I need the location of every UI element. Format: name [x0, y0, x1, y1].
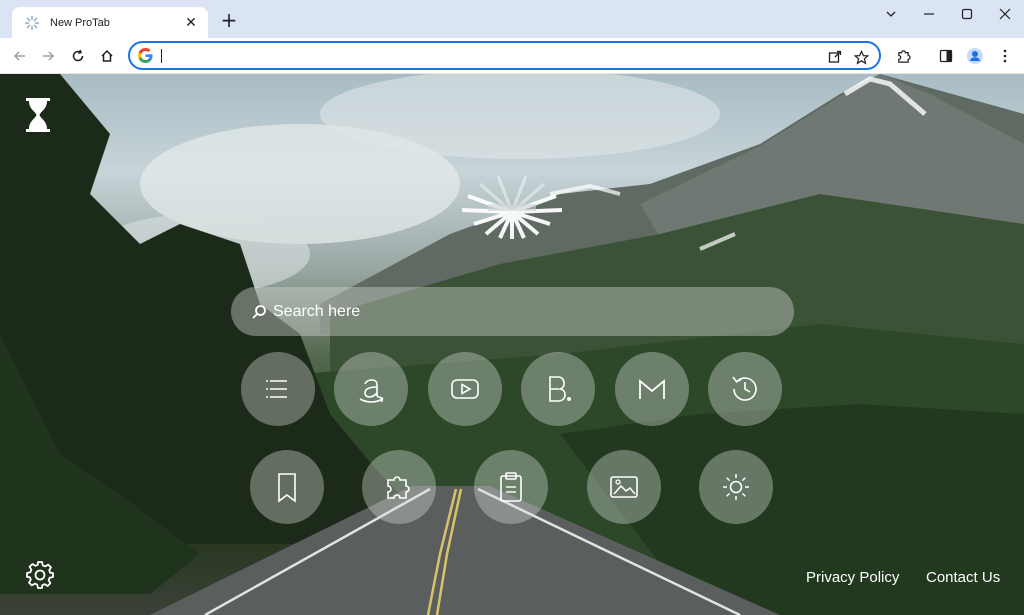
bookmark-star-icon[interactable]: [851, 47, 871, 67]
forward-icon[interactable]: [36, 44, 60, 68]
maximize-icon[interactable]: [948, 3, 986, 25]
settings-gear-icon[interactable]: [24, 559, 56, 591]
sun-icon: [723, 474, 749, 500]
search-input[interactable]: [273, 302, 794, 321]
home-icon[interactable]: [95, 44, 119, 68]
search-bar[interactable]: [231, 287, 794, 336]
history-icon: [732, 376, 757, 401]
bookmark-icon: [278, 473, 296, 503]
address-bar[interactable]: [128, 41, 881, 70]
tab-search-icon[interactable]: [872, 3, 910, 25]
tab-strip: New ProTab ✕ +: [0, 0, 1024, 38]
share-icon[interactable]: [825, 47, 845, 67]
image-icon: [610, 476, 638, 498]
minimize-icon[interactable]: [910, 3, 948, 25]
youtube-icon: [451, 379, 479, 399]
contact-us-link[interactable]: Contact Us: [926, 569, 1000, 586]
more-menu-icon[interactable]: [993, 44, 1017, 68]
protab-favicon-icon: [25, 15, 39, 30]
browser-toolbar: [0, 38, 1024, 74]
reload-icon[interactable]: [66, 44, 90, 68]
amazon-icon: [359, 379, 384, 403]
shortcut-gmail[interactable]: [615, 352, 689, 426]
address-input[interactable]: [160, 46, 800, 65]
new-tab-button[interactable]: +: [216, 10, 242, 32]
protab-logo-icon: [461, 175, 563, 239]
shortcut-amazon[interactable]: [334, 352, 408, 426]
profile-avatar-icon[interactable]: [963, 44, 987, 68]
shortcut-wallpaper[interactable]: [587, 450, 661, 524]
privacy-policy-link[interactable]: Privacy Policy: [806, 569, 899, 586]
booking-icon: [549, 376, 571, 402]
shortcut-booking[interactable]: [521, 352, 595, 426]
shortcut-clipboard[interactable]: [474, 450, 548, 524]
shortcut-bookmarks[interactable]: [250, 450, 324, 524]
side-panel-icon[interactable]: [934, 44, 958, 68]
tab-new-protab[interactable]: New ProTab ✕: [12, 7, 208, 38]
search-icon: [252, 304, 266, 319]
shortcut-extensions[interactable]: [362, 450, 436, 524]
shortcut-history[interactable]: [708, 352, 782, 426]
tab-close-icon[interactable]: ✕: [182, 14, 200, 32]
tab-title: New ProTab: [50, 16, 110, 29]
extensions-icon[interactable]: [891, 44, 915, 68]
hourglass-logo-icon[interactable]: [24, 98, 52, 132]
shortcut-menu[interactable]: [241, 352, 315, 426]
google-icon: [138, 48, 153, 63]
back-icon[interactable]: [8, 44, 32, 68]
mountain-road-background: [0, 74, 1024, 615]
text-caret: [161, 49, 162, 63]
new-tab-page: Privacy Policy Contact Us: [0, 74, 1024, 615]
menu-icon: [266, 380, 287, 398]
shortcut-youtube[interactable]: [428, 352, 502, 426]
close-window-icon[interactable]: [986, 3, 1024, 25]
puzzle-icon: [387, 476, 410, 499]
gmail-icon: [639, 379, 665, 399]
shortcut-theme[interactable]: [699, 450, 773, 524]
clipboard-icon: [500, 472, 522, 502]
